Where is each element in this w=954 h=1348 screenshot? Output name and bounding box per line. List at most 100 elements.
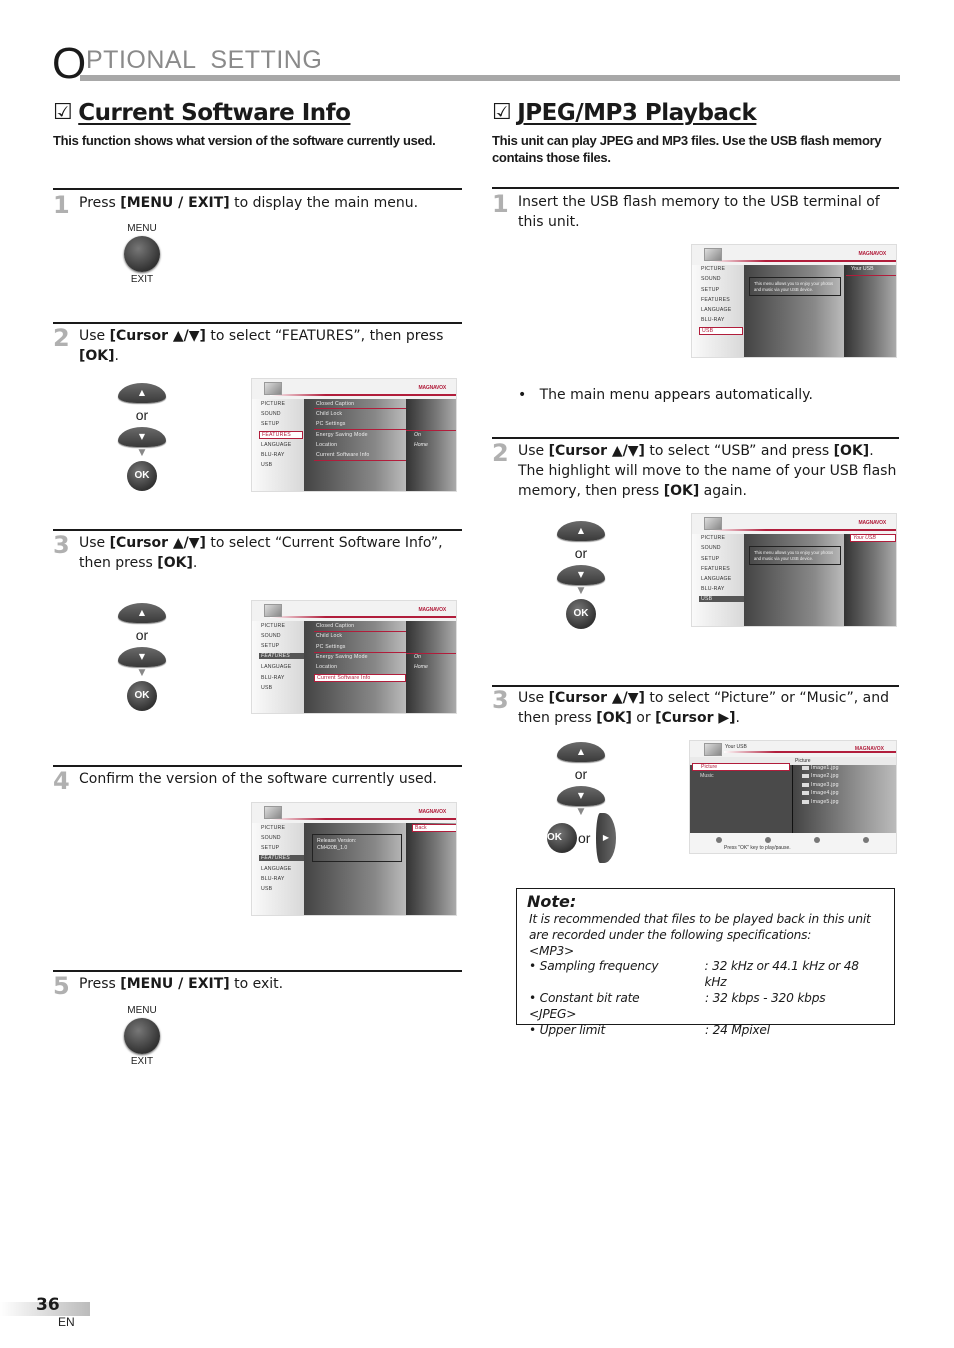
ok-button-icon: OK — [127, 681, 157, 711]
cursor-pad: ▲ or ▼ ▼ OK — [553, 521, 609, 629]
submenu-item: Location — [316, 442, 338, 448]
menu-item: BLU-RAY — [701, 586, 725, 592]
spec-row: • Sampling frequency: 32 kHz or 44.1 kHz… — [529, 959, 859, 990]
setting-value: On — [414, 432, 421, 438]
your-usb-selected: Your USB — [850, 534, 896, 542]
release-value: CM420B_1.0 — [317, 844, 348, 851]
file-item: Image4.jpg — [802, 790, 839, 796]
submenu-item: Closed Caption — [316, 401, 355, 407]
menu-item: SOUND — [261, 411, 281, 417]
step-divider — [53, 970, 462, 972]
tv-screen-features-menu: MAGNAVOX PICTURE SOUND SETUP FEATURES LA… — [251, 378, 457, 492]
header-title: PTIONAL SETTING — [86, 46, 323, 74]
menu-item-selected: USB — [699, 327, 743, 335]
tv-screen-file-browser: Your USB MAGNAVOX Picture Picture Music … — [689, 740, 897, 854]
step-1-text: Insert the USB flash memory to the USB t… — [518, 194, 880, 230]
step-1-text: Press [MENU / EXIT] to display the main … — [79, 195, 419, 211]
release-version-box: Release Version: CM420B_1.0 — [312, 834, 402, 862]
submenu-item: Closed Caption — [316, 623, 355, 629]
image-file-icon — [802, 773, 809, 778]
tv-icon — [264, 604, 282, 617]
menu-exit-button: MENU EXIT — [112, 1005, 172, 1067]
round-button-icon — [124, 236, 160, 272]
menu-item: SOUND — [701, 545, 721, 551]
color-key-icon — [716, 837, 722, 843]
menu-item: LANGUAGE — [261, 664, 292, 670]
tv-icon — [704, 743, 722, 756]
cursor-pad: ▲ or ▼ ▼ OK — [114, 383, 170, 491]
menu-item: USB — [261, 462, 273, 468]
color-key-icon — [814, 837, 820, 843]
submenu-item: Energy Saving Mode — [316, 654, 368, 660]
menu-item: SETUP — [701, 556, 720, 562]
menu-item: SETUP — [261, 421, 280, 427]
menu-item: PICTURE — [261, 623, 286, 629]
or-label: or — [135, 407, 149, 423]
step-4-text: Confirm the version of the software curr… — [79, 771, 437, 787]
exit-label: EXIT — [130, 274, 154, 285]
step-number: 3 — [492, 686, 509, 714]
setting-value: On — [414, 654, 421, 660]
setting-value: Home — [414, 664, 428, 670]
step-number: 4 — [53, 767, 70, 795]
step-divider — [492, 187, 899, 189]
footer-hint: Press "OK" key to play/pause. — [724, 845, 791, 851]
or-label: or — [578, 830, 591, 846]
or-label: or — [574, 766, 588, 782]
step-number: 3 — [53, 531, 70, 559]
brand-logo: MAGNAVOX — [858, 520, 887, 526]
menu-item: SETUP — [261, 845, 280, 851]
note-box: Note: It is recommended that files to be… — [516, 888, 895, 1037]
step-divider — [53, 322, 462, 324]
menu-item: BLU-RAY — [701, 317, 725, 323]
cursor-right-icon: ▶ — [596, 813, 616, 863]
cursor-up-icon: ▲ — [118, 383, 166, 403]
arrow-down-icon: ▼ — [138, 448, 146, 458]
step-5-text: Press [MENU / EXIT] to exit. — [79, 976, 284, 992]
menu-item-active: USB — [699, 596, 744, 602]
setting-value: Home — [414, 442, 428, 448]
menu-item: FEATURES — [701, 297, 730, 303]
tv-icon — [704, 248, 722, 261]
checkbox-icon: ☑ — [53, 100, 73, 125]
file-item: Image5.jpg — [802, 799, 839, 805]
cursor-down-icon: ▼ — [118, 647, 166, 667]
your-usb-label: Your USB — [851, 266, 874, 272]
brand-logo: MAGNAVOX — [418, 385, 447, 391]
image-file-icon — [802, 790, 809, 795]
menu-item: FEATURES — [701, 566, 730, 572]
submenu-item: Location — [316, 664, 338, 670]
cursor-up-icon: ▲ — [557, 521, 605, 541]
mp3-label: <MP3> — [529, 943, 575, 958]
menu-label: MENU — [127, 1005, 157, 1016]
bullet-note: • The main menu appears automatically. — [518, 387, 813, 403]
menu-item: LANGUAGE — [261, 442, 292, 448]
submenu-item: Current Software Info — [316, 452, 370, 458]
round-button-icon — [124, 1018, 160, 1054]
submenu-item: Child Lock — [316, 633, 343, 639]
menu-item: SETUP — [701, 287, 720, 293]
submenu-item: PC Settings — [316, 644, 346, 650]
tv-screen-software-info-select: MAGNAVOX PICTURE SOUND SETUP FEATURES LA… — [251, 600, 457, 714]
file-item: Image2.jpg — [802, 773, 839, 779]
menu-item: SOUND — [701, 276, 721, 282]
media-type-music: Music — [700, 773, 714, 779]
picture-header: Picture — [792, 757, 896, 765]
step-number: 1 — [53, 191, 70, 219]
media-type-picture-selected: Picture — [692, 763, 790, 771]
ok-button-icon: OK — [547, 823, 577, 853]
menu-item: BLU-RAY — [261, 452, 285, 458]
step-divider — [53, 765, 462, 767]
submenu-item: Energy Saving Mode — [316, 432, 368, 438]
menu-item: SOUND — [261, 835, 281, 841]
ok-button-icon: OK — [127, 461, 157, 491]
section-title-text: Current Software Info — [78, 100, 351, 126]
step-3-text: Use [Cursor ▲/▼] to select “Picture” or … — [518, 690, 889, 726]
brand-logo: MAGNAVOX — [418, 607, 447, 613]
menu-item: LANGUAGE — [701, 576, 732, 582]
menu-item: PICTURE — [701, 535, 726, 541]
color-key-icon — [765, 837, 771, 843]
tv-icon — [264, 382, 282, 395]
cursor-pad: ▲ or ▼ ▼ — [553, 742, 609, 818]
section-title-jpeg-mp3: ☑ JPEG/MP3 Playback — [492, 100, 757, 126]
